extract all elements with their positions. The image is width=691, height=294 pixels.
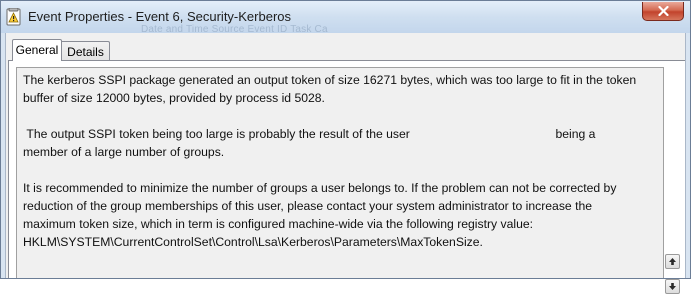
close-button[interactable]: [642, 2, 684, 21]
tab-details[interactable]: Details: [62, 41, 110, 61]
event-description-box[interactable]: The kerberos SSPI package generated an o…: [16, 67, 664, 278]
window-title: Event Properties - Event 6, Security-Ker…: [28, 9, 292, 24]
event-properties-window: Date and Time Source Event ID Task Ca Ev…: [0, 0, 691, 294]
arrow-up-icon: [669, 258, 676, 265]
tab-general[interactable]: General: [12, 39, 62, 61]
event-description: The kerberos SSPI package generated an o…: [23, 71, 643, 251]
next-event-button[interactable]: [665, 279, 680, 294]
dialog-content: General Details The kerberos SSPI packag…: [5, 33, 686, 294]
title-bar[interactable]: Date and Time Source Event ID Task Ca Ev…: [1, 1, 690, 35]
previous-event-button[interactable]: [665, 254, 680, 269]
event-viewer-icon: [6, 8, 21, 26]
close-icon: [658, 6, 669, 16]
description-paragraph: The kerberos SSPI package generated an o…: [23, 73, 637, 105]
arrow-down-icon: [669, 283, 676, 290]
description-paragraph: It is recommended to minimize the number…: [23, 181, 617, 249]
description-paragraph: The output SSPI token being too large is…: [23, 127, 599, 159]
general-tab-panel: The kerberos SSPI package generated an o…: [8, 60, 685, 294]
